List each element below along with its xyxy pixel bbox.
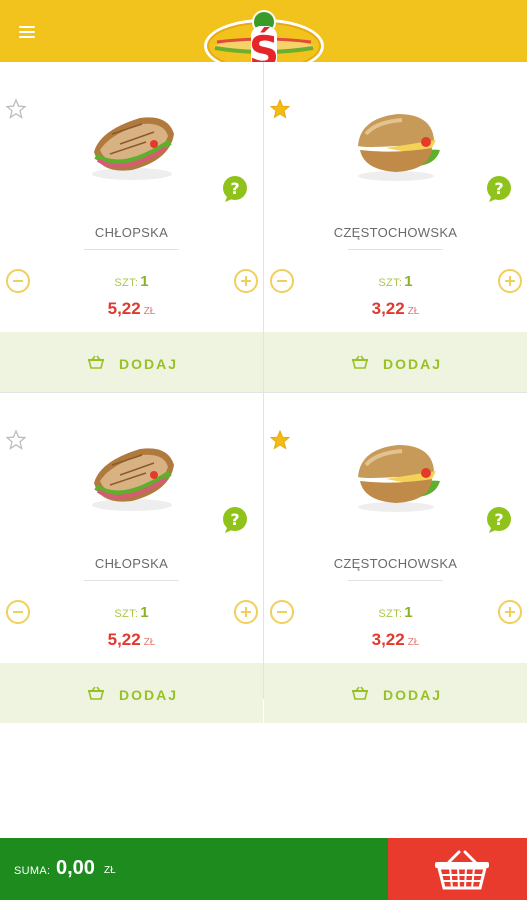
- svg-text:?: ?: [230, 510, 239, 529]
- price: 3,22 ZŁ: [264, 299, 527, 319]
- help-icon[interactable]: ?: [485, 506, 513, 534]
- price: 5,22 ZŁ: [0, 299, 263, 319]
- product-name: CHŁOPSKA: [94, 225, 169, 240]
- qty-value: 1: [404, 604, 413, 621]
- help-icon[interactable]: ?: [221, 506, 249, 534]
- bottom-bar: SUMA: 0,00 ZŁ: [0, 838, 527, 900]
- qty-label: SZT:: [114, 277, 139, 289]
- sandwich-czestochowska-image: [358, 445, 440, 512]
- price-value: 5,22: [107, 630, 141, 649]
- product-card: ? CZĘSTOCHOWSKA SZT: 1 3,22 ZŁ DODAJ: [264, 393, 527, 723]
- name-divider: [348, 580, 443, 581]
- price-value: 3,22: [371, 630, 405, 649]
- qty-label: SZT:: [378, 608, 403, 620]
- quantity: SZT: 1: [0, 273, 263, 291]
- basket-icon: [351, 686, 369, 700]
- price-currency: ZŁ: [407, 637, 420, 648]
- basket-icon: [87, 355, 105, 369]
- name-divider: [84, 249, 179, 250]
- help-icon[interactable]: ?: [221, 175, 249, 203]
- qty-value: 1: [404, 273, 413, 290]
- favorite-star-icon[interactable]: [6, 430, 26, 450]
- basket-icon: [351, 355, 369, 369]
- product-card: ? CZĘSTOCHOWSKA SZT: 1 3,22 ZŁ DODAJ: [264, 62, 527, 392]
- add-label: DODAJ: [383, 356, 443, 372]
- qty-value: 1: [140, 604, 149, 621]
- favorite-star-icon[interactable]: [270, 430, 290, 450]
- basket-icon: [87, 686, 105, 700]
- add-label: DODAJ: [119, 687, 179, 703]
- add-to-cart-button[interactable]: DODAJ: [264, 663, 527, 723]
- add-to-cart-button[interactable]: DODAJ: [0, 663, 263, 723]
- price-value: 3,22: [371, 299, 405, 318]
- cart-summary: SUMA: 0,00 ZŁ: [0, 838, 388, 900]
- price: 5,22 ZŁ: [0, 630, 263, 650]
- svg-text:?: ?: [494, 510, 503, 529]
- product-card: ? CHŁOPSKA SZT: 1 5,22 ZŁ DODAJ: [0, 393, 263, 723]
- name-divider: [84, 580, 179, 581]
- top-bar: Ś: [0, 0, 527, 76]
- sum-currency: ZŁ: [104, 865, 116, 876]
- product-card: ? CHŁOPSKA SZT: 1 5,22 ZŁ DODAJ: [0, 62, 263, 392]
- price-currency: ZŁ: [143, 637, 156, 648]
- price-currency: ZŁ: [143, 306, 156, 317]
- sandwich-chlopska-image: [92, 117, 174, 180]
- add-label: DODAJ: [119, 356, 179, 372]
- add-to-cart-button[interactable]: DODAJ: [264, 332, 527, 392]
- basket-icon: [435, 850, 489, 890]
- product-name: CZĘSTOCHOWSKA: [333, 556, 458, 571]
- help-icon[interactable]: ?: [485, 175, 513, 203]
- add-to-cart-button[interactable]: DODAJ: [0, 332, 263, 392]
- sum-value: 0,00: [56, 857, 95, 879]
- sandwich-chlopska-image: [92, 448, 174, 511]
- sandwich-czestochowska-image: [358, 114, 440, 181]
- cart-button[interactable]: [388, 838, 527, 900]
- add-label: DODAJ: [383, 687, 443, 703]
- quantity: SZT: 1: [0, 604, 263, 622]
- svg-text:?: ?: [494, 179, 503, 198]
- price: 3,22 ZŁ: [264, 630, 527, 650]
- qty-value: 1: [140, 273, 149, 290]
- qty-label: SZT:: [114, 608, 139, 620]
- product-name: CZĘSTOCHOWSKA: [333, 225, 458, 240]
- price-currency: ZŁ: [407, 306, 420, 317]
- price-value: 5,22: [107, 299, 141, 318]
- product-name: CHŁOPSKA: [94, 556, 169, 571]
- favorite-star-icon[interactable]: [6, 99, 26, 119]
- svg-text:?: ?: [230, 179, 239, 198]
- quantity: SZT: 1: [264, 273, 527, 291]
- menu-icon[interactable]: [19, 26, 35, 38]
- favorite-star-icon[interactable]: [270, 99, 290, 119]
- name-divider: [348, 249, 443, 250]
- qty-label: SZT:: [378, 277, 403, 289]
- sum-label: SUMA:: [14, 865, 51, 877]
- quantity: SZT: 1: [264, 604, 527, 622]
